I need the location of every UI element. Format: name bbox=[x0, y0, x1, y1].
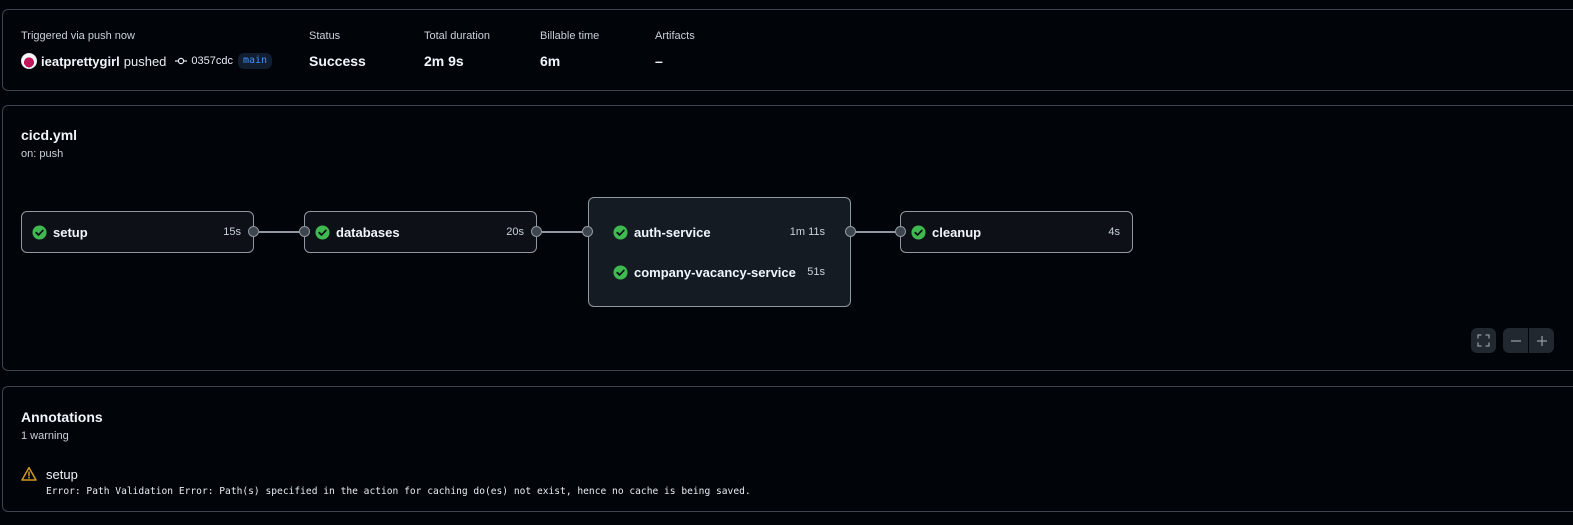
annotations-title: Annotations bbox=[21, 409, 103, 425]
annotation-job-link[interactable]: setup bbox=[46, 467, 78, 482]
job-databases[interactable]: databases 20s bbox=[304, 211, 537, 253]
actor-link[interactable]: ieatprettygirl bbox=[41, 54, 120, 69]
job-name: auth-service bbox=[634, 224, 711, 240]
job-output-port bbox=[845, 226, 856, 237]
job-setup[interactable]: setup 15s bbox=[21, 211, 254, 253]
job-company-vacancy-service[interactable]: company-vacancy-service 51s bbox=[589, 262, 850, 282]
duration-value: 2m 9s bbox=[424, 53, 464, 69]
job-duration: 4s bbox=[1108, 226, 1120, 238]
trigger-label: Triggered via push now bbox=[21, 30, 135, 42]
billable-column: Billable time 6m bbox=[540, 30, 599, 70]
job-group-services: auth-service 1m 11s company-vacancy-serv… bbox=[588, 197, 851, 307]
duration-column: Total duration 2m 9s bbox=[424, 30, 490, 70]
status-label: Status bbox=[309, 30, 341, 42]
alert-triangle-icon bbox=[21, 466, 37, 481]
annotations-count: 1 warning bbox=[21, 430, 69, 442]
annotation-message: Error: Path Validation Error: Path(s) sp… bbox=[46, 486, 751, 497]
workflow-file-name[interactable]: cicd.yml bbox=[21, 127, 77, 143]
minus-icon bbox=[1510, 339, 1521, 342]
job-name: company-vacancy-service bbox=[634, 264, 796, 280]
fullscreen-icon bbox=[1477, 334, 1490, 347]
duration-label: Total duration bbox=[424, 30, 491, 42]
artifacts-label: Artifacts bbox=[655, 30, 695, 42]
billable-value: 6m bbox=[540, 53, 561, 69]
artifacts-column: Artifacts – bbox=[655, 30, 695, 70]
job-duration: 15s bbox=[223, 226, 241, 238]
workflow-graph-panel: cicd.yml on: push setup 15s databases 20… bbox=[2, 105, 1573, 371]
check-circle-icon bbox=[911, 224, 926, 240]
git-commit-icon bbox=[175, 56, 188, 66]
job-duration: 1m 11s bbox=[789, 226, 825, 238]
job-input-port bbox=[299, 226, 310, 237]
trigger-details: ieatprettygirl pushed 0357cdc main bbox=[21, 52, 273, 70]
check-circle-icon bbox=[613, 264, 628, 280]
check-circle-icon bbox=[32, 224, 47, 240]
fullscreen-button[interactable] bbox=[1471, 328, 1496, 353]
plus-icon bbox=[1536, 335, 1547, 346]
actor-avatar[interactable] bbox=[21, 53, 37, 69]
zoom-out-button[interactable] bbox=[1503, 328, 1528, 353]
annotations-panel: Annotations 1 warning setup Error: Path … bbox=[2, 386, 1573, 512]
branch-badge[interactable]: main bbox=[238, 53, 273, 69]
commit-sha-link[interactable]: 0357cdc bbox=[191, 55, 233, 67]
job-output-port bbox=[531, 226, 542, 237]
job-cleanup[interactable]: cleanup 4s bbox=[900, 211, 1133, 253]
job-output-port bbox=[248, 226, 259, 237]
check-circle-icon bbox=[613, 224, 628, 240]
workflow-trigger: on: push bbox=[21, 148, 64, 160]
job-input-port bbox=[582, 226, 593, 237]
job-duration: 20s bbox=[506, 226, 524, 238]
zoom-in-button[interactable] bbox=[1529, 328, 1554, 353]
run-summary-panel: Triggered via push now ieatprettygirl pu… bbox=[2, 9, 1573, 91]
artifacts-value: – bbox=[655, 53, 663, 69]
job-input-port bbox=[895, 226, 906, 237]
trigger-action: pushed bbox=[123, 53, 167, 69]
job-auth-service[interactable]: auth-service 1m 11s bbox=[589, 222, 850, 242]
status-column: Status Success bbox=[309, 30, 366, 70]
job-name: databases bbox=[336, 224, 400, 240]
status-value: Success bbox=[309, 53, 366, 69]
check-circle-icon bbox=[315, 224, 330, 240]
job-duration: 51s bbox=[807, 266, 825, 278]
job-name: cleanup bbox=[932, 224, 982, 240]
trigger-column: Triggered via push now ieatprettygirl pu… bbox=[21, 30, 273, 70]
billable-label: Billable time bbox=[540, 30, 600, 42]
job-name: setup bbox=[53, 224, 88, 240]
